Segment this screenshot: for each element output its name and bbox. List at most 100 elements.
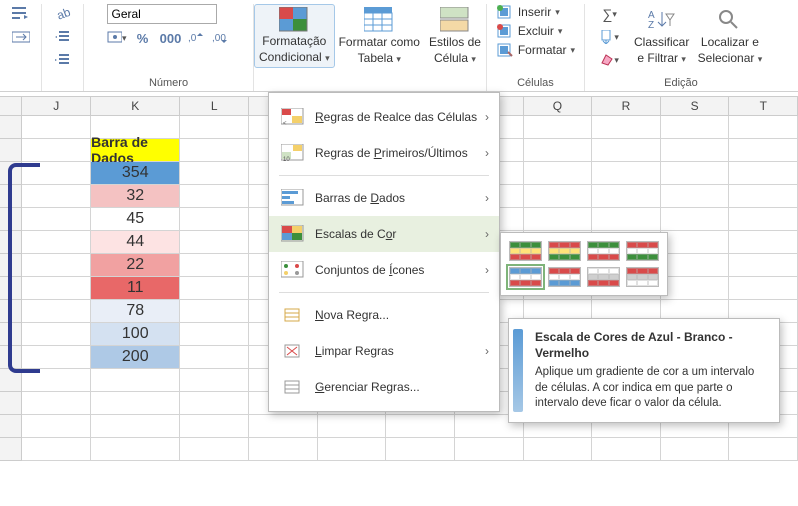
wrap-text-icon[interactable] (11, 4, 31, 24)
cell[interactable] (180, 300, 249, 323)
column-header[interactable]: J (22, 97, 91, 115)
cell[interactable] (661, 438, 730, 461)
cell[interactable] (661, 116, 730, 139)
cell[interactable] (91, 392, 180, 415)
cell[interactable] (22, 438, 91, 461)
conditional-formatting-button[interactable]: Formatação Condicional ▾ (254, 4, 335, 68)
merge-cells-icon[interactable] (11, 27, 31, 47)
orientation-icon[interactable]: ab (53, 4, 73, 24)
cell[interactable]: 78 (91, 300, 180, 323)
cell[interactable] (180, 254, 249, 277)
color-scale-swatch[interactable] (509, 241, 542, 261)
cell[interactable] (180, 208, 249, 231)
menu-clear-rules[interactable]: Limpar Regras › (269, 333, 499, 369)
color-scale-swatch[interactable] (548, 241, 581, 261)
cell[interactable] (729, 254, 798, 277)
cell[interactable] (592, 116, 661, 139)
cell[interactable] (22, 139, 91, 162)
cell[interactable] (524, 162, 593, 185)
column-header[interactable]: R (592, 97, 661, 115)
cell[interactable] (592, 185, 661, 208)
cell[interactable] (180, 369, 249, 392)
cell[interactable] (524, 116, 593, 139)
increase-indent-icon[interactable] (53, 50, 73, 70)
cell[interactable] (729, 438, 798, 461)
cell[interactable] (91, 438, 180, 461)
format-as-table-button[interactable]: Formatar como Tabela ▾ (335, 4, 424, 68)
menu-manage-rules[interactable]: Gerenciar Regras... (269, 369, 499, 405)
menu-icon-sets[interactable]: Conjuntos de Ícones › (269, 252, 499, 288)
format-cells-button[interactable]: Formatar ▾ (496, 42, 575, 58)
cell[interactable] (592, 162, 661, 185)
cell[interactable] (455, 438, 524, 461)
color-scale-swatch[interactable] (626, 267, 659, 287)
cell[interactable] (91, 415, 180, 438)
cell[interactable] (386, 438, 455, 461)
percent-icon[interactable]: % (131, 28, 155, 48)
cell[interactable]: 354 (91, 162, 180, 185)
cell[interactable] (318, 415, 387, 438)
cell[interactable] (180, 392, 249, 415)
color-scale-swatch[interactable] (548, 267, 581, 287)
color-scale-swatch[interactable] (587, 267, 620, 287)
cell[interactable] (524, 438, 593, 461)
thousands-icon[interactable]: 000 (159, 28, 183, 48)
row-header[interactable] (0, 415, 22, 438)
cell[interactable] (729, 231, 798, 254)
cell[interactable]: 32 (91, 185, 180, 208)
number-format-select[interactable] (107, 4, 217, 24)
row-header[interactable] (0, 438, 22, 461)
column-header[interactable]: L (180, 97, 249, 115)
clear-icon[interactable]: ▾ (596, 50, 624, 70)
cell[interactable] (91, 369, 180, 392)
dec-decimal-icon[interactable]: ,00 (211, 28, 231, 48)
cell[interactable] (180, 231, 249, 254)
cell[interactable] (180, 116, 249, 139)
cell[interactable] (180, 277, 249, 300)
cell[interactable] (661, 162, 730, 185)
cell[interactable] (729, 116, 798, 139)
cell[interactable] (22, 392, 91, 415)
menu-top-bottom-rules[interactable]: 10 Regras de Primeiros/Últimos › (269, 135, 499, 171)
cell[interactable] (729, 139, 798, 162)
currency-icon[interactable]: ▾ (107, 28, 127, 48)
cell[interactable]: 45 (91, 208, 180, 231)
cell[interactable]: Barra de Dados (91, 139, 180, 162)
row-header[interactable] (0, 116, 22, 139)
cell[interactable] (180, 415, 249, 438)
cell[interactable] (524, 139, 593, 162)
cell[interactable] (661, 254, 730, 277)
cell[interactable] (729, 185, 798, 208)
cell[interactable] (180, 185, 249, 208)
cell[interactable] (592, 139, 661, 162)
insert-cells-button[interactable]: Inserir ▾ (496, 4, 575, 20)
cell[interactable] (592, 438, 661, 461)
cell[interactable] (592, 208, 661, 231)
cell[interactable] (524, 185, 593, 208)
cell[interactable] (22, 116, 91, 139)
menu-data-bars[interactable]: Barras de Dados › (269, 180, 499, 216)
cell[interactable] (729, 208, 798, 231)
column-header[interactable]: T (729, 97, 798, 115)
cell-styles-button[interactable]: Estilos de Célula ▾ (424, 4, 486, 68)
sort-filter-button[interactable]: AZ Classificar e Filtrar ▾ (630, 4, 694, 68)
cell[interactable]: 44 (91, 231, 180, 254)
cell[interactable] (318, 438, 387, 461)
inc-decimal-icon[interactable]: ,0 (187, 28, 207, 48)
delete-cells-button[interactable]: Excluir ▾ (496, 23, 575, 39)
cell[interactable]: 100 (91, 323, 180, 346)
cell[interactable]: 200 (91, 346, 180, 369)
cell[interactable] (729, 277, 798, 300)
color-scale-swatch[interactable] (509, 267, 542, 287)
color-scale-swatch[interactable] (626, 241, 659, 261)
decrease-indent-icon[interactable] (53, 27, 73, 47)
fill-icon[interactable]: ▾ (596, 27, 624, 47)
cell[interactable] (180, 438, 249, 461)
menu-highlight-rules[interactable]: < Regras de Realce das Células › (269, 99, 499, 135)
cell[interactable] (22, 415, 91, 438)
menu-color-scales[interactable]: Escalas de Cor › (269, 216, 499, 252)
cell[interactable] (386, 415, 455, 438)
cell[interactable] (180, 139, 249, 162)
cell[interactable] (729, 162, 798, 185)
column-header[interactable]: S (661, 97, 730, 115)
